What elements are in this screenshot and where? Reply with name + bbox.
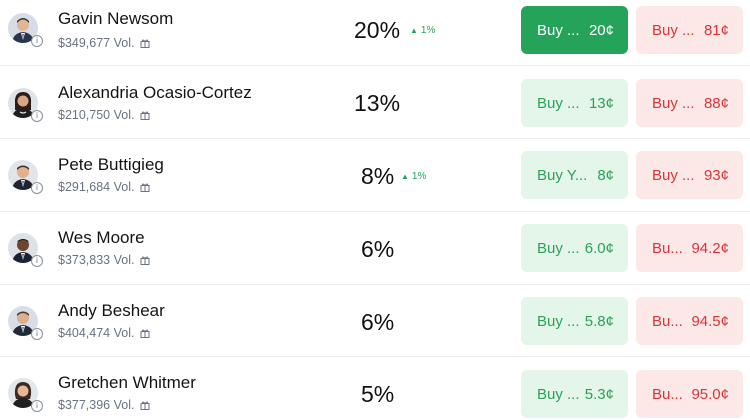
buy-no-label: Bu... xyxy=(652,312,683,330)
buy-yes-label: Buy ... xyxy=(537,21,580,39)
gift-icon xyxy=(140,256,150,265)
buy-yes-label: Buy ... xyxy=(537,239,580,257)
info-icon[interactable]: i xyxy=(31,328,43,340)
probability-percent: 6% xyxy=(361,236,395,262)
probability-percent: 20% xyxy=(354,17,401,43)
gift-icon xyxy=(140,183,150,192)
probability-cell: 8% ▲ 1% xyxy=(330,163,500,193)
candidate-name: Alexandria Ocasio-Cortez xyxy=(58,83,252,102)
buy-no-button[interactable]: Buy ... 93¢ xyxy=(636,151,743,199)
volume-value: $210,750 Vol. xyxy=(58,108,135,122)
buy-no-price: 95.0¢ xyxy=(691,385,729,403)
buy-no-label: Buy ... xyxy=(652,166,695,184)
candidate-row[interactable]: i Andy Beshear $404,474 Vol. 6% Buy ... … xyxy=(0,285,750,357)
buy-no-price: 81¢ xyxy=(703,21,729,39)
candidate-name: Wes Moore xyxy=(58,228,145,247)
info-icon[interactable]: i xyxy=(31,255,43,267)
buy-yes-button[interactable]: Buy ... 5.3¢ xyxy=(521,370,628,418)
buy-yes-price: 6.0¢ xyxy=(584,239,614,257)
triangle-up-icon: ▲ xyxy=(410,26,418,35)
buy-yes-button[interactable]: Buy ... 13¢ xyxy=(521,79,628,127)
buy-yes-button[interactable]: Buy Y... 8¢ xyxy=(521,151,628,199)
probability-cell: 6% xyxy=(330,236,500,266)
volume-value: $291,684 Vol. xyxy=(58,180,135,194)
buy-yes-price: 8¢ xyxy=(597,166,614,184)
probability-cell: 20% ▲ 1% xyxy=(330,17,500,47)
buy-yes-price: 5.3¢ xyxy=(584,385,614,403)
buy-yes-label: Buy ... xyxy=(537,312,580,330)
buy-yes-label: Buy ... xyxy=(537,385,580,403)
buy-yes-price: 5.8¢ xyxy=(584,312,614,330)
avatar[interactable]: i xyxy=(8,160,43,194)
delta-value: 1% xyxy=(411,171,427,182)
buy-yes-label: Buy Y... xyxy=(537,166,588,184)
volume-value: $404,474 Vol. xyxy=(58,326,135,340)
candidate-row[interactable]: i Pete Buttigieg $291,684 Vol. 8% ▲ 1% Bu… xyxy=(0,139,750,212)
volume-text: $210,750 Vol. xyxy=(58,108,150,122)
candidate-name: Pete Buttigieg xyxy=(58,155,164,174)
avatar[interactable]: i xyxy=(8,88,43,122)
info-icon[interactable]: i xyxy=(31,400,43,412)
probability-cell: 13% xyxy=(330,90,500,120)
probability-percent: 5% xyxy=(361,381,395,407)
volume-value: $349,677 Vol. xyxy=(58,36,135,50)
info-icon[interactable]: i xyxy=(31,35,43,47)
buy-no-button[interactable]: Bu... 95.0¢ xyxy=(636,370,743,418)
info-icon[interactable]: i xyxy=(31,110,43,122)
gift-icon xyxy=(140,39,150,48)
candidate-name: Gavin Newsom xyxy=(58,9,174,28)
buy-no-button[interactable]: Buy ... 81¢ xyxy=(636,6,743,54)
volume-text: $404,474 Vol. xyxy=(58,326,150,340)
buy-no-label: Bu... xyxy=(652,385,683,403)
candidate-row[interactable]: i Gavin Newsom $349,677 Vol. 20% ▲ 1% Buy… xyxy=(0,0,750,66)
avatar[interactable]: i xyxy=(8,13,43,47)
delta-value: 1% xyxy=(420,25,436,36)
buy-no-price: 94.2¢ xyxy=(691,239,729,257)
candidate-row[interactable]: i Gretchen Whitmer $377,396 Vol. 5% Buy … xyxy=(0,357,750,420)
avatar[interactable]: i xyxy=(8,378,43,412)
volume-value: $373,833 Vol. xyxy=(58,253,135,267)
probability-cell: 5% xyxy=(330,381,500,411)
candidate-row[interactable]: i Wes Moore $373,833 Vol. 6% Buy ... 6.0… xyxy=(0,212,750,285)
candidate-row[interactable]: i Alexandria Ocasio-Cortez $210,750 Vol.… xyxy=(0,66,750,139)
volume-text: $291,684 Vol. xyxy=(58,180,150,194)
probability-delta: ▲ 1% xyxy=(410,25,435,36)
buy-no-button[interactable]: Bu... 94.5¢ xyxy=(636,297,743,345)
volume-value: $377,396 Vol. xyxy=(58,398,135,412)
gift-icon xyxy=(140,329,150,338)
info-icon[interactable]: i xyxy=(31,182,43,194)
volume-text: $349,677 Vol. xyxy=(58,36,150,50)
buy-yes-price: 13¢ xyxy=(588,94,614,112)
buy-yes-price: 20¢ xyxy=(588,21,614,39)
probability-percent: 8% xyxy=(361,163,395,189)
candidate-list: i Gavin Newsom $349,677 Vol. 20% ▲ 1% Buy… xyxy=(0,0,750,420)
volume-text: $373,833 Vol. xyxy=(58,253,150,267)
buy-no-price: 93¢ xyxy=(703,166,729,184)
volume-text: $377,396 Vol. xyxy=(58,398,150,412)
buy-yes-label: Buy ... xyxy=(537,94,580,112)
buy-no-label: Bu... xyxy=(652,239,683,257)
buy-no-price: 88¢ xyxy=(703,94,729,112)
buy-yes-button[interactable]: Buy ... 6.0¢ xyxy=(521,224,628,272)
probability-percent: 6% xyxy=(361,309,395,335)
probability-cell: 6% xyxy=(330,309,500,339)
candidate-name: Andy Beshear xyxy=(58,301,165,320)
buy-no-price: 94.5¢ xyxy=(691,312,729,330)
triangle-up-icon: ▲ xyxy=(401,172,409,181)
buy-no-label: Buy ... xyxy=(652,21,695,39)
avatar[interactable]: i xyxy=(8,233,43,267)
gift-icon xyxy=(140,401,150,410)
buy-no-label: Buy ... xyxy=(652,94,695,112)
buy-yes-button[interactable]: Buy ... 20¢ xyxy=(521,6,628,54)
buy-no-button[interactable]: Bu... 94.2¢ xyxy=(636,224,743,272)
buy-no-button[interactable]: Buy ... 88¢ xyxy=(636,79,743,127)
gift-icon xyxy=(140,111,150,120)
buy-yes-button[interactable]: Buy ... 5.8¢ xyxy=(521,297,628,345)
avatar[interactable]: i xyxy=(8,306,43,340)
probability-percent: 13% xyxy=(354,90,401,116)
candidate-name: Gretchen Whitmer xyxy=(58,373,196,392)
probability-delta: ▲ 1% xyxy=(401,171,426,182)
